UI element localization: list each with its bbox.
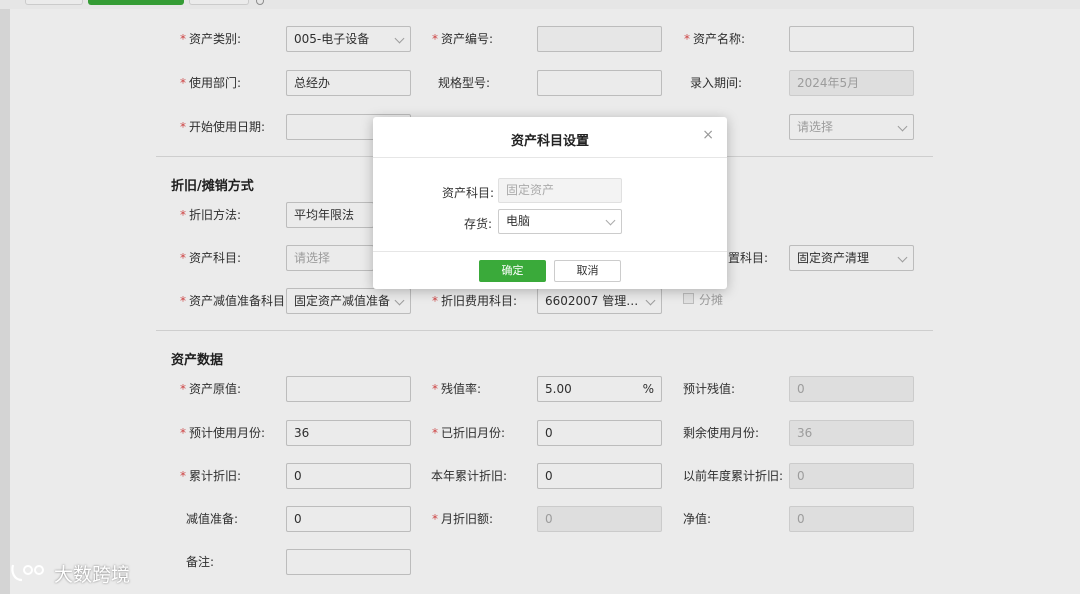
- watermark-text: 大数跨境: [54, 563, 131, 586]
- watermark: 大数跨境: [10, 561, 131, 586]
- impairment-input[interactable]: 0: [286, 506, 411, 532]
- close-icon[interactable]: ×: [702, 127, 714, 143]
- modal-inventory-label: 存货:: [464, 217, 493, 231]
- asset-subject-label: * 资产科目:: [180, 251, 242, 265]
- asset-name-label: * 资产名称:: [684, 32, 746, 46]
- remain-months-label: 剩余使用月份:: [683, 426, 760, 440]
- asset-data-section-title: 资产数据: [171, 353, 224, 368]
- refresh-icon[interactable]: [256, 0, 264, 5]
- asset-number-label: * 资产编号:: [432, 32, 494, 46]
- est-months-input[interactable]: 36: [286, 420, 411, 446]
- expense-subject-select[interactable]: 6602007 管理…: [537, 288, 662, 314]
- chevron-down-icon: [897, 121, 908, 132]
- divider: [156, 330, 933, 331]
- top-tab-strip: [0, 0, 1080, 9]
- tab-1[interactable]: [25, 0, 83, 5]
- monthly-dep-label: * 月折旧额:: [432, 512, 494, 526]
- year-accum-input[interactable]: 0: [537, 463, 662, 489]
- asset-number-input[interactable]: [537, 26, 662, 52]
- modal-subject-input: 固定资产: [498, 178, 622, 203]
- remain-months-input: 36: [789, 420, 914, 446]
- asset-category-select[interactable]: 005-电子设备: [286, 26, 411, 52]
- original-value-input[interactable]: [286, 376, 411, 402]
- remark-label: 备注:: [186, 555, 215, 569]
- chevron-down-icon: [897, 252, 908, 263]
- net-value-input: 0: [789, 506, 914, 532]
- est-months-label: * 预计使用月份:: [180, 426, 266, 440]
- entry-period-input: 2024年5月: [789, 70, 914, 96]
- start-date-label: * 开始使用日期:: [180, 120, 266, 134]
- accum-dep-label: * 累计折旧:: [180, 469, 242, 483]
- cancel-button[interactable]: 取消: [554, 260, 621, 282]
- modal-footer-divider: [373, 251, 727, 252]
- modal-header-divider: [373, 157, 727, 158]
- chevron-down-icon: [394, 33, 405, 44]
- dept-label: * 使用部门:: [180, 76, 242, 90]
- net-value-label: 净值:: [683, 512, 712, 526]
- chevron-down-icon: [605, 215, 616, 226]
- ok-button[interactable]: 确定: [479, 260, 546, 282]
- row3-select[interactable]: 请选择: [789, 114, 914, 140]
- percent-unit: %: [642, 382, 654, 396]
- asset-subject-input[interactable]: 请选择: [286, 245, 374, 271]
- left-rim: [0, 9, 10, 594]
- chevron-down-icon: [645, 295, 656, 306]
- dep-method-label: * 折旧方法:: [180, 208, 242, 222]
- remark-input[interactable]: [286, 549, 411, 575]
- modal-title: 资产科目设置: [510, 134, 589, 149]
- entry-period-label: 录入期间:: [690, 76, 743, 90]
- share-label: 分摊: [699, 293, 724, 307]
- disposal-subject-select[interactable]: 固定资产清理: [789, 245, 914, 271]
- modal-subject-label: 资产科目:: [442, 186, 495, 200]
- spec-label: 规格型号:: [438, 76, 491, 90]
- est-residual-input: 0: [789, 376, 914, 402]
- prev-accum-label: 以前年度累计折旧:: [683, 469, 784, 483]
- accum-dep-input[interactable]: 0: [286, 463, 411, 489]
- year-accum-label: 本年累计折旧:: [431, 469, 508, 483]
- asset-subject-modal: 资产科目设置 × 资产科目: 固定资产 存货: 电脑 确定 取消: [373, 117, 727, 289]
- est-residual-label: 预计残值:: [683, 382, 736, 396]
- logo-icon: [11, 564, 44, 582]
- impairment-subject-select[interactable]: 固定资产减值准备: [286, 288, 411, 314]
- expense-subject-label: * 折旧费用科目:: [432, 294, 518, 308]
- asset-category-label: * 资产类别:: [180, 32, 242, 46]
- spec-input[interactable]: [537, 70, 662, 96]
- tab-active[interactable]: [88, 0, 184, 5]
- depreciation-section-title: 折旧/摊销方式: [171, 179, 254, 194]
- original-value-label: * 资产原值:: [180, 382, 242, 396]
- asset-name-input[interactable]: [789, 26, 914, 52]
- impairment-subject-label: * 资产减值准备科目:: [180, 294, 290, 308]
- dep-months-input[interactable]: 0: [537, 420, 662, 446]
- tab-3[interactable]: [189, 0, 249, 5]
- disposal-subject-label: 置科目:: [728, 251, 769, 265]
- residual-rate-label: * 残值率:: [432, 382, 482, 396]
- dep-method-select[interactable]: 平均年限法: [286, 202, 374, 228]
- prev-accum-input: 0: [789, 463, 914, 489]
- share-checkbox[interactable]: [683, 293, 694, 304]
- chevron-down-icon: [394, 295, 405, 306]
- impairment-label: 减值准备:: [186, 512, 239, 526]
- monthly-dep-input: 0: [537, 506, 662, 532]
- modal-inventory-select[interactable]: 电脑: [498, 209, 622, 234]
- dept-input[interactable]: 总经办: [286, 70, 411, 96]
- residual-rate-input[interactable]: 5.00%: [537, 376, 662, 402]
- dep-months-label: * 已折旧月份:: [432, 426, 506, 440]
